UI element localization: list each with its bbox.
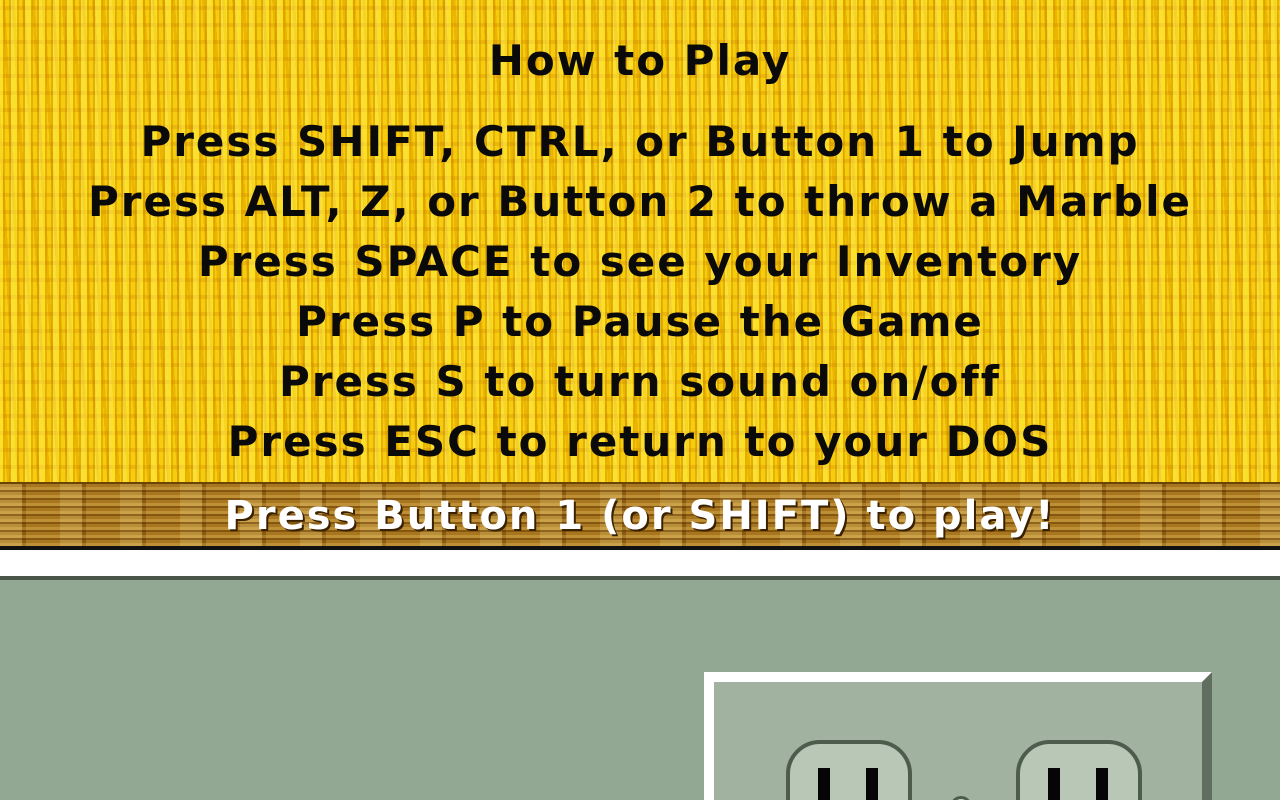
- play-prompt[interactable]: Press Button 1 (or SHIFT) to play!: [0, 484, 1280, 548]
- help-line-sound: Press S to turn sound on/off: [278, 357, 1002, 406]
- help-panel: How to Play Press SHIFT, CTRL, or Button…: [0, 0, 1280, 482]
- baseboard-trim: [0, 550, 1280, 576]
- wood-shelf: Press Button 1 (or SHIFT) to play!: [0, 482, 1280, 548]
- socket-slot: [1096, 768, 1108, 800]
- help-line-exit: Press ESC to return to your DOS: [227, 417, 1053, 466]
- help-line-jump: Press SHIFT, CTRL, or Button 1 to Jump: [140, 117, 1140, 166]
- outlet-screw-icon: [950, 796, 972, 800]
- game-screen: How to Play Press SHIFT, CTRL, or Button…: [0, 0, 1280, 800]
- electrical-outlet-icon: [704, 672, 1212, 800]
- outlet-socket-right: [1016, 740, 1142, 800]
- outlet-socket-left: [786, 740, 912, 800]
- socket-slot: [1048, 768, 1060, 800]
- help-title: How to Play: [488, 36, 792, 85]
- help-line-pause: Press P to Pause the Game: [296, 297, 984, 346]
- help-line-throw-marble: Press ALT, Z, or Button 2 to throw a Mar…: [88, 177, 1192, 226]
- socket-slot: [866, 768, 878, 800]
- help-instructions: Press SHIFT, CTRL, or Button 1 to Jump P…: [0, 112, 1280, 472]
- help-line-inventory: Press SPACE to see your Inventory: [197, 237, 1083, 286]
- socket-slot: [818, 768, 830, 800]
